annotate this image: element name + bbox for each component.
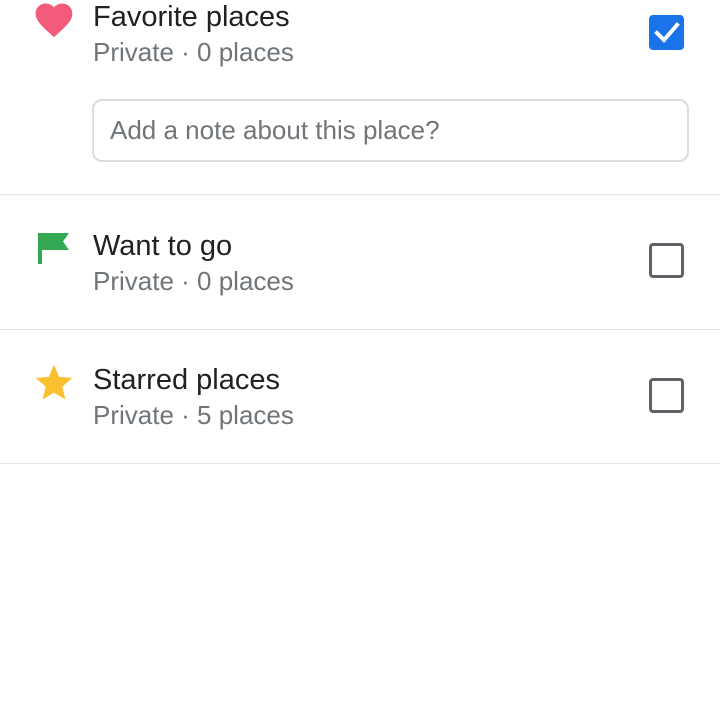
starred-places-checkbox[interactable]	[649, 378, 684, 413]
list-title: Favorite places	[93, 1, 290, 33]
save-to-list-screen: Favorite places Private · 0 places Want …	[0, 0, 720, 720]
list-subtitle: Private · 0 places	[93, 37, 294, 67]
list-item-starred-places[interactable]: Starred places Private · 5 places	[0, 330, 720, 464]
list-title: Want to go	[93, 230, 233, 262]
heart-icon	[32, 0, 76, 42]
flag-icon	[32, 226, 76, 270]
checkmark-icon	[654, 22, 680, 43]
note-input[interactable]	[92, 99, 689, 162]
list-title: Starred places	[93, 364, 280, 396]
list-subtitle: Private · 5 places	[93, 400, 294, 430]
list-item-want-to-go[interactable]: Want to go Private · 0 places	[0, 195, 720, 330]
favorite-places-checkbox[interactable]	[649, 15, 684, 50]
want-to-go-checkbox[interactable]	[649, 243, 684, 278]
star-icon	[32, 361, 76, 405]
list-item-favorite-places[interactable]: Favorite places Private · 0 places	[0, 0, 720, 195]
list-subtitle: Private · 0 places	[93, 266, 294, 296]
